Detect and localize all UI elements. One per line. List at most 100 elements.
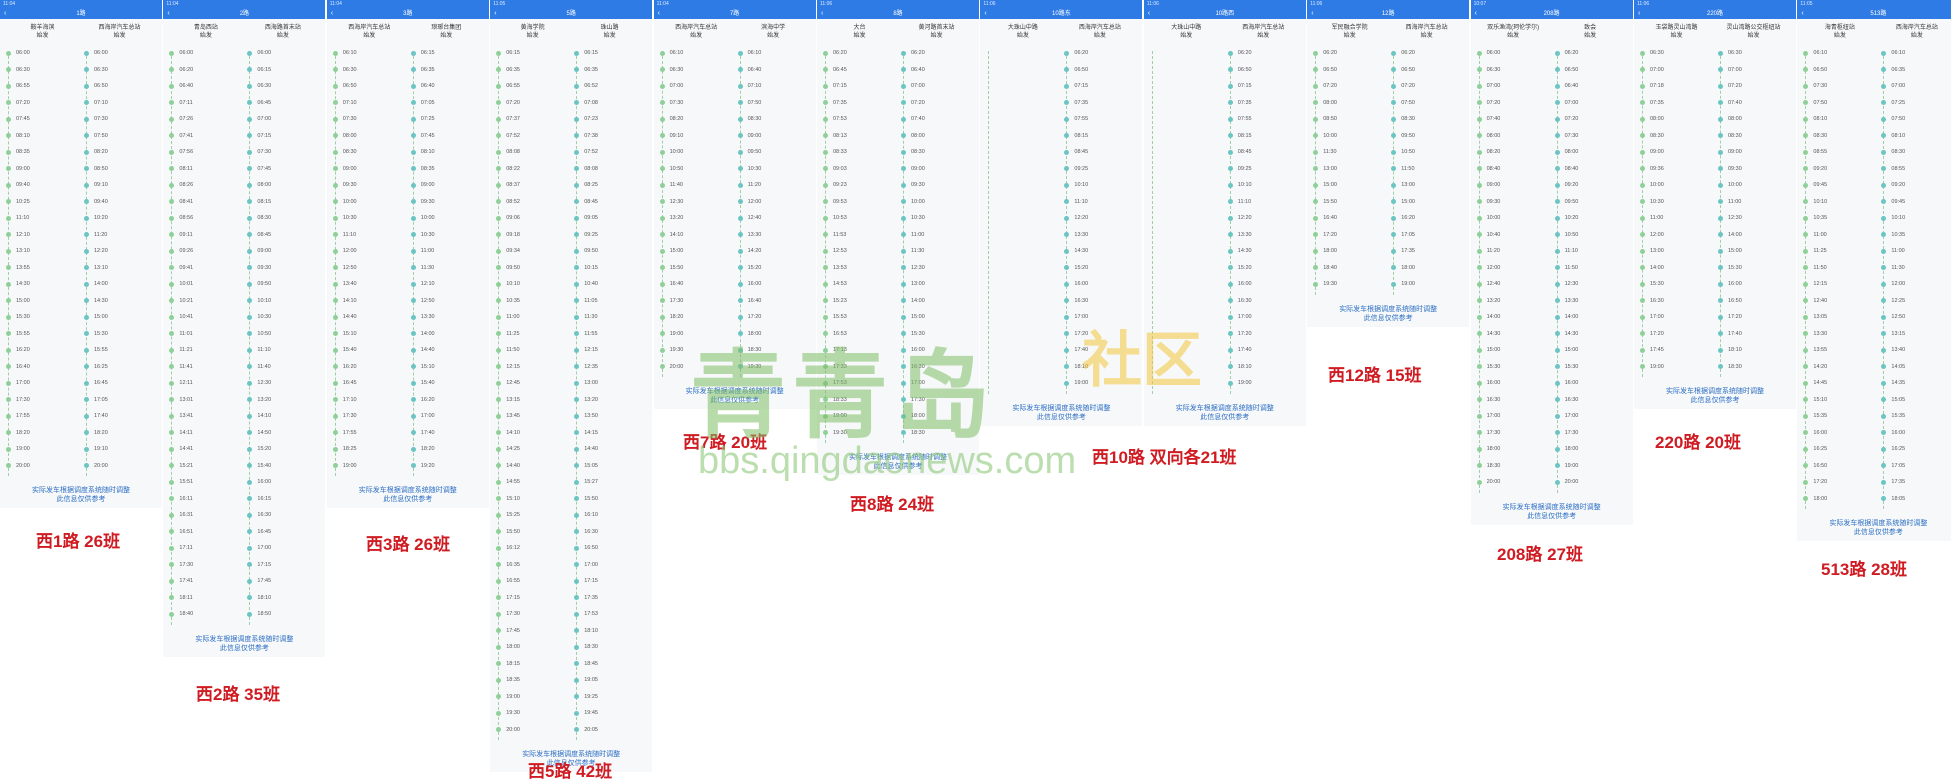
direction-right-label[interactable]: 滨海中学 始发 bbox=[735, 24, 812, 46]
back-arrow-icon[interactable]: ‹ bbox=[1801, 9, 1803, 19]
back-arrow-icon[interactable]: ‹ bbox=[494, 9, 496, 19]
departure-time: 08:35 bbox=[409, 165, 485, 182]
departure-time: 20:00 bbox=[658, 363, 734, 380]
departure-list-right: 06:00 06:15 06:30 06:45 07:00 07:15 07:30 07:45… bbox=[245, 49, 321, 627]
direction-left-label[interactable]: 双乐渔湾(珂伦学尔) 始发 bbox=[1475, 24, 1552, 46]
departure-time: 18:10 bbox=[1062, 363, 1138, 380]
departure-time: 14:10 bbox=[331, 297, 407, 314]
departure-time: 16:30 bbox=[1638, 297, 1714, 314]
departure-time: 09:50 bbox=[1389, 132, 1465, 149]
departure-time: 07:55 bbox=[1226, 115, 1302, 132]
departure-time: 11:40 bbox=[658, 181, 734, 198]
direction-left-label[interactable]: 玉袋路灵山湾路 始发 bbox=[1638, 24, 1715, 46]
schedule-note: 实际发车根据调度系统随时调整 此信息仅供参考 bbox=[685, 388, 784, 404]
direction-right-label[interactable]: 灵山湾路公交枢纽站 始发 bbox=[1715, 24, 1792, 46]
departure-time: 09:30 bbox=[245, 264, 321, 281]
direction-left-label[interactable]: 海青枢纽站 始发 bbox=[1801, 24, 1878, 46]
departure-time: 13:20 bbox=[572, 396, 648, 413]
direction-left-label[interactable]: 大珠山中路 始发 bbox=[984, 24, 1061, 46]
back-arrow-icon[interactable]: ‹ bbox=[658, 9, 660, 19]
departure-time: 20:00 bbox=[1553, 478, 1629, 495]
departure-time: 10:30 bbox=[245, 313, 321, 330]
departure-time: 14:30 bbox=[1553, 330, 1629, 347]
departure-time: 18:30 bbox=[899, 429, 975, 446]
departure-time: 13:15 bbox=[1879, 330, 1951, 347]
direction-left-label[interactable]: 大珠山中路 始发 bbox=[1148, 24, 1225, 46]
departure-time: 13:30 bbox=[409, 313, 485, 330]
departure-time: 08:00 bbox=[1475, 132, 1551, 149]
direction-right-label[interactable]: 西海路首末站 始发 bbox=[244, 24, 321, 46]
direction-left-label[interactable]: 军民融合学院 始发 bbox=[1311, 24, 1388, 46]
direction-left-label[interactable]: 黄海学院 始发 bbox=[494, 24, 571, 46]
departure-time: 08:45 bbox=[1226, 148, 1302, 165]
departure-time: 17:13 bbox=[821, 346, 897, 363]
direction-left-label[interactable]: 西海岸汽车总站 始发 bbox=[658, 24, 735, 46]
departure-time: 07:40 bbox=[1475, 115, 1551, 132]
departure-time: 14:10 bbox=[494, 429, 570, 446]
departure-time: 09:05 bbox=[572, 214, 648, 231]
back-arrow-icon[interactable]: ‹ bbox=[984, 9, 986, 19]
route-title-bar: ‹ 10路西 bbox=[1143, 9, 1306, 19]
departure-time: 15:30 bbox=[1638, 280, 1714, 297]
back-arrow-icon[interactable]: ‹ bbox=[4, 9, 6, 19]
departure-time: 14:20 bbox=[736, 247, 812, 264]
departure-time: 13:00 bbox=[1638, 247, 1714, 264]
direction-left-label[interactable]: 西海岸汽车总站 始发 bbox=[331, 24, 408, 46]
back-arrow-icon[interactable]: ‹ bbox=[167, 9, 169, 19]
route-title: 12路 bbox=[1381, 11, 1395, 17]
departure-time: 08:15 bbox=[245, 198, 321, 215]
departure-time: 07:15 bbox=[1062, 82, 1138, 99]
departure-time: 12:30 bbox=[1553, 280, 1629, 297]
direction-left-label[interactable]: 青岛西站 始发 bbox=[167, 24, 244, 46]
departure-time: 15:30 bbox=[4, 313, 80, 330]
back-arrow-icon[interactable]: ‹ bbox=[1311, 9, 1313, 19]
departure-time: 16:35 bbox=[494, 561, 570, 578]
direction-right-label[interactable]: 致会 始发 bbox=[1552, 24, 1629, 46]
departure-time: 06:40 bbox=[167, 82, 243, 99]
departure-time: 19:00 bbox=[1226, 379, 1302, 396]
back-arrow-icon[interactable]: ‹ bbox=[1475, 9, 1477, 19]
departure-time: 07:25 bbox=[1879, 99, 1951, 116]
departure-time: 08:56 bbox=[167, 214, 243, 231]
departure-time: 14:10 bbox=[658, 231, 734, 248]
back-arrow-icon[interactable]: ‹ bbox=[331, 9, 333, 19]
back-arrow-icon[interactable]: ‹ bbox=[821, 9, 823, 19]
route-title-bar: ‹ 3路 bbox=[326, 9, 489, 19]
departure-time: 17:40 bbox=[82, 412, 158, 429]
departure-time: 08:30 bbox=[1638, 132, 1714, 149]
departure-time: 19:00 bbox=[821, 412, 897, 429]
departure-time: 10:00 bbox=[331, 198, 407, 215]
departure-time: 06:50 bbox=[331, 82, 407, 99]
direction-right-label[interactable]: 西海岸汽车总站 始发 bbox=[1878, 24, 1951, 46]
departure-time: 07:40 bbox=[899, 115, 975, 132]
direction-right-label[interactable]: 西海岸汽车总站 始发 bbox=[1388, 24, 1465, 46]
departure-time: 07:00 bbox=[1475, 82, 1551, 99]
departure-time: 07:30 bbox=[331, 115, 407, 132]
direction-right-label[interactable]: 琅琊台集团 始发 bbox=[408, 24, 485, 46]
status-bar: 11:06 bbox=[1634, 0, 1796, 9]
route-caption: 西7路 20班 bbox=[683, 433, 768, 452]
departure-time: 08:15 bbox=[1226, 132, 1302, 149]
direction-right-label[interactable]: 黄河路首末站 始发 bbox=[898, 24, 975, 46]
direction-right-label[interactable]: 珠山路 始发 bbox=[571, 24, 648, 46]
departure-time: 14:10 bbox=[245, 412, 321, 429]
departure-time: 18:00 bbox=[494, 643, 570, 660]
departure-time: 16:00 bbox=[1716, 280, 1792, 297]
back-arrow-icon[interactable]: ‹ bbox=[1148, 9, 1150, 19]
route-title-bar: ‹ 7路 bbox=[653, 9, 816, 19]
departure-time: 07:00 bbox=[1638, 66, 1714, 83]
departure-time: 11:30 bbox=[572, 313, 648, 330]
direction-right-label[interactable]: 西海岸汽车总站 始发 bbox=[81, 24, 158, 46]
departure-time: 12:00 bbox=[736, 198, 812, 215]
departure-time: 16:00 bbox=[899, 346, 975, 363]
direction-right-label[interactable]: 西海岸汽车总站 始发 bbox=[1225, 24, 1302, 46]
departure-time: 07:55 bbox=[1062, 115, 1138, 132]
departure-time: 10:20 bbox=[82, 214, 158, 231]
departure-time: 18:00 bbox=[1389, 264, 1465, 281]
back-arrow-icon[interactable]: ‹ bbox=[1638, 9, 1640, 19]
direction-right-label[interactable]: 西海岸汽车总站 始发 bbox=[1061, 24, 1138, 46]
departure-time: 16:00 bbox=[1801, 429, 1877, 446]
direction-left-label[interactable]: 鞍羊海滨 始发 bbox=[4, 24, 81, 46]
departure-time: 08:08 bbox=[572, 165, 648, 182]
direction-left-label[interactable]: 大台 始发 bbox=[821, 24, 898, 46]
